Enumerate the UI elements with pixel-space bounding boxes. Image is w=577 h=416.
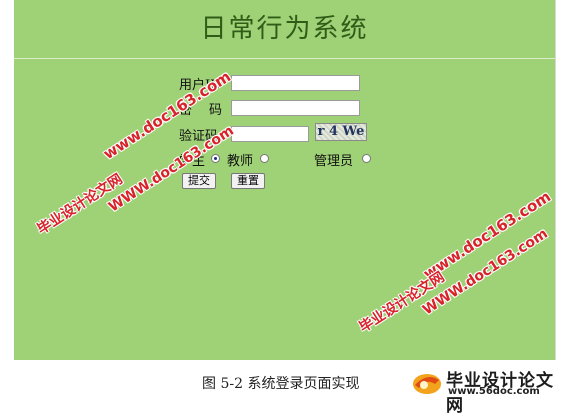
user-id-input[interactable] xyxy=(231,75,360,91)
role-admin-radio[interactable] xyxy=(362,154,371,163)
captcha-input[interactable] xyxy=(231,126,309,142)
captcha-image[interactable]: r 4 We xyxy=(315,123,367,141)
header-divider xyxy=(14,58,555,59)
page-title: 日常行为系统 xyxy=(200,14,369,44)
logo-site-url: www.56doc.com xyxy=(448,386,540,397)
role-teacher-radio[interactable] xyxy=(260,154,269,163)
role-admin-label: 管理员 xyxy=(314,154,354,169)
password-label-2: 码 xyxy=(209,103,223,118)
submit-button[interactable]: 提交 xyxy=(182,173,216,189)
role-student-radio[interactable] xyxy=(211,154,220,163)
figure-caption: 图 5-2 系统登录页面实现 xyxy=(202,376,360,392)
password-input[interactable] xyxy=(231,100,360,116)
logo-icon xyxy=(413,374,441,394)
role-teacher-label: 教师 xyxy=(227,154,254,169)
site-logo: 毕业设计论文网 www.56doc.com xyxy=(410,366,570,416)
reset-button[interactable]: 重置 xyxy=(231,173,265,189)
